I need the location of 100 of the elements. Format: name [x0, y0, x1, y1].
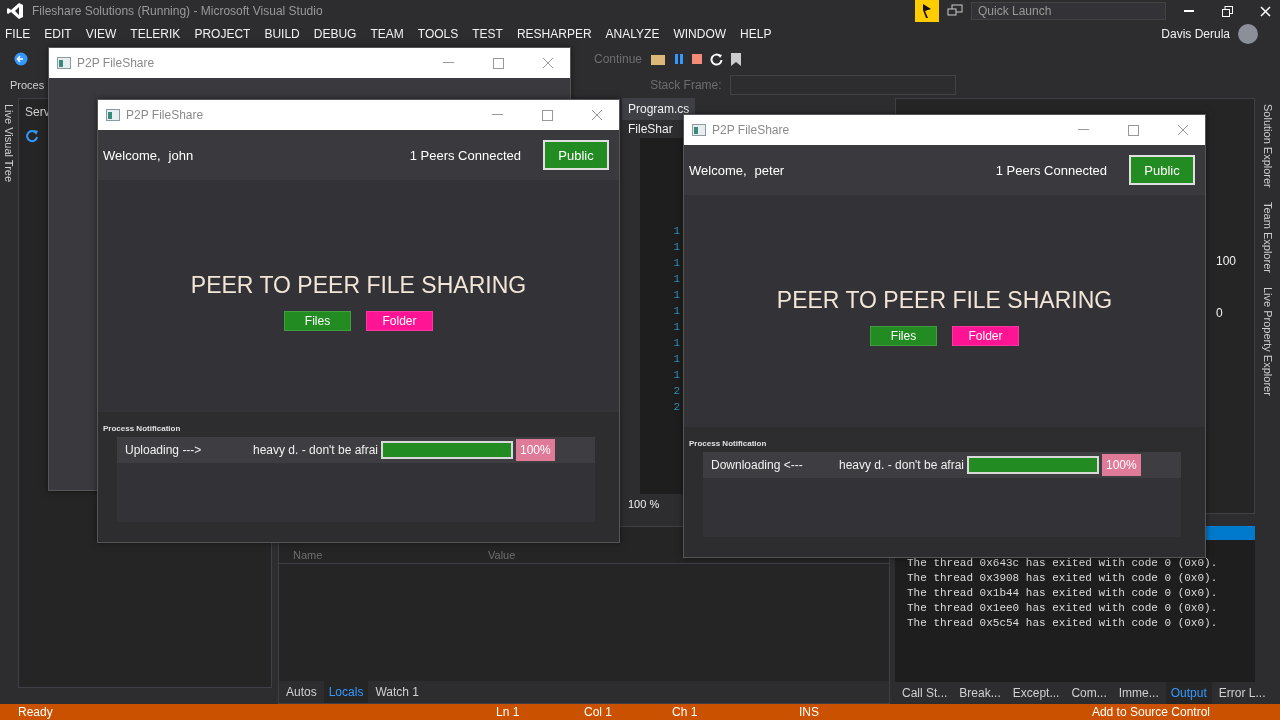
quick-launch-field[interactable]: Quick Launch	[971, 2, 1166, 20]
line-number: 2	[673, 400, 680, 415]
app-icon	[57, 57, 71, 69]
panel-tab[interactable]: Output	[1165, 682, 1212, 704]
stop-icon[interactable]	[692, 54, 703, 64]
axis-value: 100	[1216, 254, 1236, 268]
close-icon	[1259, 5, 1271, 17]
menu-item[interactable]: FILE	[0, 27, 40, 41]
user-name: peter	[754, 162, 785, 178]
peers-count: 1 Peers Connected	[995, 162, 1107, 178]
menu-item[interactable]: RESHARPER	[511, 27, 601, 41]
column-header: Value	[488, 549, 517, 561]
transfer-direction: Downloading <---	[711, 458, 804, 472]
menu-item[interactable]: EDIT	[39, 27, 81, 41]
close-icon	[1177, 124, 1189, 136]
panel-tab[interactable]: Except...	[1007, 682, 1065, 704]
insert-mode: INS	[799, 705, 819, 719]
side-tab[interactable]: Live Property Explorer	[1261, 286, 1274, 396]
panel-tab[interactable]: Imme...	[1113, 682, 1164, 704]
panel-tab[interactable]: Watch 1	[370, 681, 424, 703]
source-control-button[interactable]: Add to Source Control	[1091, 705, 1210, 719]
app-title: Fileshare Solutions (Running) - Microsoft Visual Studio	[32, 4, 323, 18]
document-tab[interactable]: Program.cs	[622, 98, 696, 120]
output-line: The thread 0x1b44 has exited with code 0 (0x0).	[907, 586, 1219, 601]
stack-frame-label: Stack Frame:	[650, 78, 722, 92]
progress-percent: 100%	[516, 439, 555, 461]
folder-button[interactable]: Folder	[366, 310, 433, 331]
menu-item[interactable]: PROJECT	[189, 27, 260, 41]
line-number: 2	[673, 384, 680, 399]
line-number: 1	[673, 256, 680, 271]
line-indicator: Ln 1	[496, 705, 521, 719]
notification-label: Process Notification	[689, 439, 768, 448]
minimize-icon	[442, 62, 454, 64]
output-line: The thread 0x643c has exited with code 0 (0x0).	[907, 556, 1219, 571]
bookmark-icon[interactable]	[731, 52, 742, 66]
restart-icon[interactable]	[710, 52, 724, 66]
peers-count: 1 Peers Connected	[409, 147, 521, 163]
back-icon[interactable]	[14, 52, 28, 66]
column-header: Name	[293, 549, 324, 561]
menu-item[interactable]: HELP	[735, 27, 781, 41]
folder-icon[interactable]	[650, 52, 667, 66]
output-line: The thread 0x1ee0 has exited with code 0 (0x0).	[907, 601, 1219, 616]
window-title: P2P FileShare	[126, 108, 204, 122]
line-number: 1	[673, 320, 680, 335]
app-icon	[106, 109, 120, 121]
output-line: The thread 0x3908 has exited with code 0 (0x0).	[907, 571, 1219, 586]
menu-item[interactable]: BUILD	[259, 27, 309, 41]
maximize-icon	[541, 109, 553, 121]
minimize-icon	[1077, 129, 1089, 131]
restore-icon	[1221, 5, 1233, 17]
welcome-label: Welcome,	[103, 147, 161, 163]
feedback-icon[interactable]	[947, 4, 963, 18]
line-number: 1	[673, 336, 680, 351]
transfer-direction: Uploading --->	[125, 443, 203, 457]
panel-tab[interactable]: Autos	[281, 681, 322, 703]
window-title: P2P FileShare	[712, 123, 790, 137]
column-indicator: Col 1	[584, 705, 613, 719]
refresh-icon[interactable]	[25, 129, 39, 143]
side-tab[interactable]: Live Visual Tree	[3, 104, 15, 183]
side-tab[interactable]: Team Explorer	[1261, 201, 1274, 273]
file-name: heavy d. - don't be afrai	[253, 443, 380, 457]
app-icon	[692, 124, 706, 136]
user-avatar[interactable]	[1238, 24, 1258, 44]
panel-tab[interactable]: Com...	[1066, 682, 1112, 704]
menu-item[interactable]: WINDOW	[668, 27, 736, 41]
side-tab[interactable]: Solution Explorer	[1261, 104, 1274, 188]
status-text: Ready	[18, 705, 54, 719]
progress-percent: 100%	[1102, 454, 1141, 476]
app-heading: PEER TO PEER FILE SHARING	[190, 271, 527, 299]
menu-item[interactable]: TEST	[467, 27, 512, 41]
line-number: 1	[673, 240, 680, 255]
panel-tab[interactable]: Break...	[954, 682, 1006, 704]
panel-tab[interactable]: Locals	[323, 681, 369, 703]
notification-label: Process Notification	[103, 424, 182, 433]
menu-item[interactable]: VIEW	[80, 27, 126, 41]
pause-icon[interactable]	[674, 53, 685, 65]
line-number: 1	[673, 368, 680, 383]
menu-item[interactable]: ANALYZE	[600, 27, 669, 41]
minimize-icon	[1184, 9, 1194, 13]
files-button[interactable]: Files	[870, 325, 937, 346]
line-number: 1	[673, 272, 680, 287]
menu-item[interactable]: TELERIK	[125, 27, 190, 41]
maximize-icon	[1127, 124, 1139, 136]
close-icon	[542, 57, 554, 69]
menu-item[interactable]: DEBUG	[308, 27, 366, 41]
app-logo	[6, 2, 24, 20]
app-heading: PEER TO PEER FILE SHARING	[776, 286, 1113, 314]
folder-button[interactable]: Folder	[952, 325, 1019, 346]
notification-flag[interactable]	[915, 0, 939, 22]
public-button[interactable]: Public	[1129, 155, 1195, 185]
window-title: P2P FileShare	[77, 56, 155, 70]
menu-item[interactable]: TOOLS	[412, 27, 468, 41]
menu-item[interactable]: TEAM	[365, 27, 413, 41]
panel-tab[interactable]: Call St...	[897, 682, 953, 704]
files-button[interactable]: Files	[284, 310, 351, 331]
user-name[interactable]: Davis Derula	[1161, 27, 1230, 41]
output-line: The thread 0x5c54 has exited with code 0 (0x0).	[907, 616, 1219, 631]
public-button[interactable]: Public	[543, 140, 609, 170]
panel-tab[interactable]: Error L...	[1213, 682, 1271, 704]
welcome-label: Welcome,	[689, 162, 747, 178]
